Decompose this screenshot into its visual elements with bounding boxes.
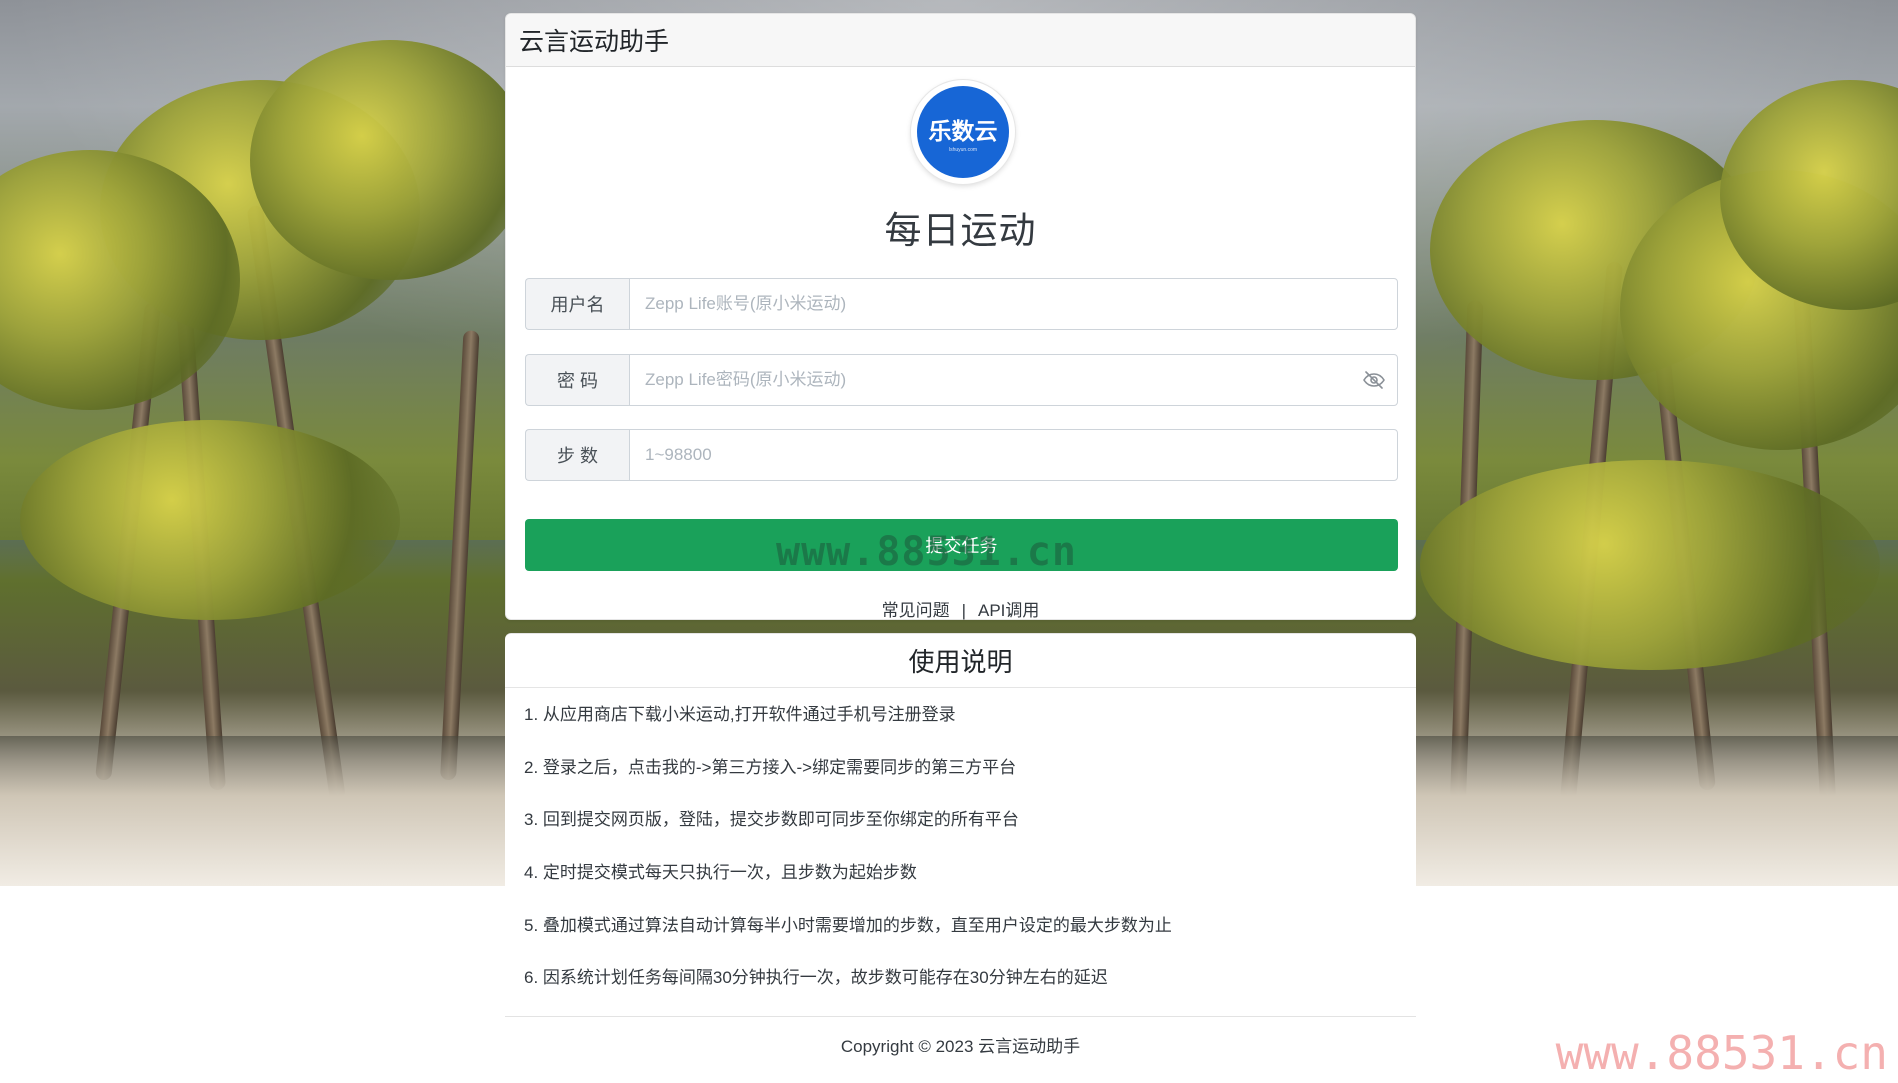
faq-link[interactable]: 常见问题 <box>882 601 950 620</box>
submit-task-button[interactable]: 提交任务 <box>525 519 1398 571</box>
logo-badge: 乐数云 lshuyun.com <box>917 86 1009 178</box>
password-input[interactable] <box>629 354 1398 406</box>
palm-frond <box>1420 460 1880 670</box>
link-separator: | <box>961 601 966 620</box>
list-item: 2. 登录之后，点击我的->第三方接入->绑定需要同步的第三方平台 <box>524 758 1017 777</box>
watermark-corner: www.88531.cn <box>1555 1026 1888 1080</box>
eye-off-icon[interactable] <box>1362 368 1386 392</box>
palm-frond <box>20 420 400 620</box>
logo-subtext: lshuyun.com <box>948 146 978 153</box>
logo: 乐数云 lshuyun.com <box>911 80 1015 184</box>
list-item: 4. 定时提交模式每天只执行一次，且步数为起始步数 <box>524 863 917 882</box>
palm-frond <box>250 40 530 280</box>
password-group: 密 码 <box>525 354 1398 406</box>
list-item: 5. 叠加模式通过算法自动计算每半小时需要增加的步数，直至用户设定的最大步数为止 <box>524 916 1172 935</box>
task-form-card: 云言运动助手 乐数云 lshuyun.com 每日运动 用户名 密 码 步 数 … <box>505 13 1416 620</box>
username-input[interactable] <box>629 278 1398 330</box>
usage-guide: 使用说明 1. 从应用商店下载小米运动,打开软件通过手机号注册登录 2. 登录之… <box>505 633 1416 1013</box>
username-label: 用户名 <box>525 278 629 330</box>
steps-label: 步 数 <box>525 429 629 481</box>
app-title: 云言运动助手 <box>506 14 1415 67</box>
logo-text: 乐数云 <box>928 117 998 145</box>
guide-title: 使用说明 <box>505 634 1416 688</box>
password-label: 密 码 <box>525 354 629 406</box>
page-title: 每日运动 <box>884 210 1037 251</box>
list-item: 3. 回到提交网页版，登陆，提交步数即可同步至你绑定的所有平台 <box>524 810 1019 829</box>
list-item: 1. 从应用商店下载小米运动,打开软件通过手机号注册登录 <box>524 705 956 724</box>
list-item: 6. 因系统计划任务每间隔30分钟执行一次，故步数可能存在30分钟左右的延迟 <box>524 968 1108 987</box>
api-link[interactable]: API调用 <box>978 601 1039 620</box>
help-links: 常见问题 | API调用 <box>506 596 1415 621</box>
steps-input[interactable] <box>629 429 1398 481</box>
username-group: 用户名 <box>525 278 1398 330</box>
steps-group: 步 数 <box>525 429 1398 481</box>
copyright-footer: Copyright © 2023 云言运动助手 <box>840 1037 1081 1056</box>
footer-divider <box>505 1016 1416 1017</box>
